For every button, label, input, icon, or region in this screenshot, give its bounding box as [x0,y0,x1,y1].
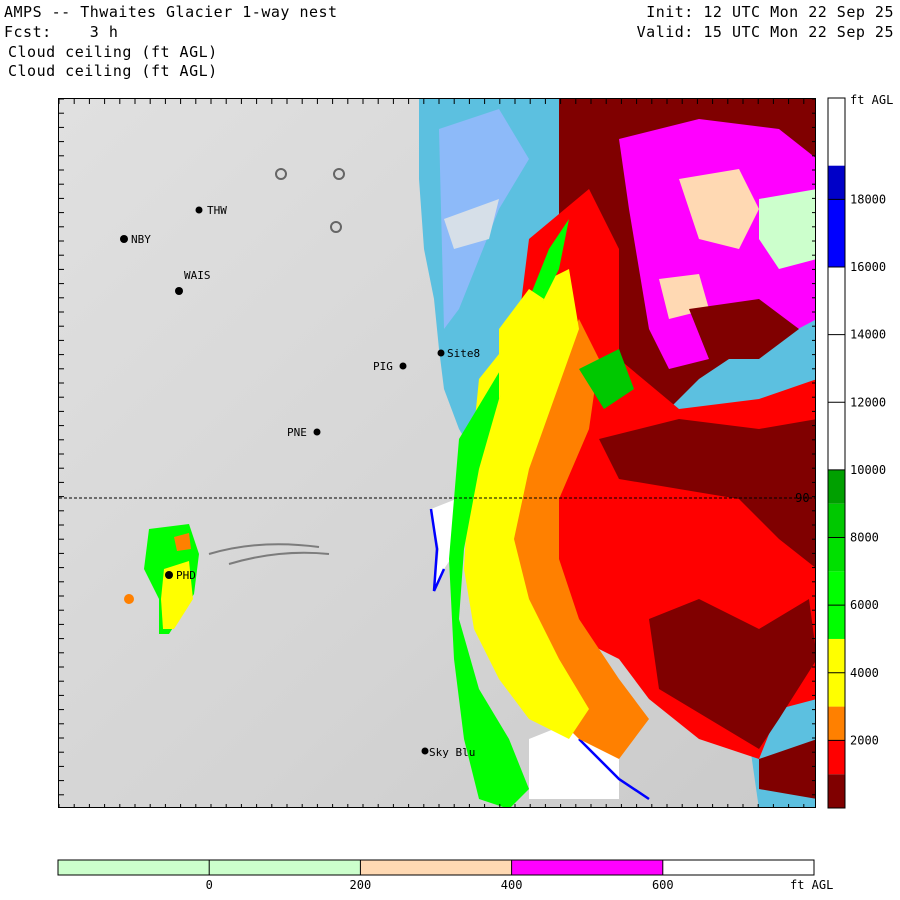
colorbar-band [828,672,845,707]
colorbar-band [209,860,361,875]
colorbar-tick-label: 400 [501,878,523,892]
colorbar-band [828,638,845,673]
colorbar-frame [57,859,815,876]
station-label: PIG [373,360,393,373]
colorbar-band [828,267,845,470]
station-label: THW [207,204,227,217]
colorbar-band [828,740,845,775]
colorbar-tick-label: 600 [652,878,674,892]
colorbar-band [828,503,845,538]
colorbar-band [828,706,845,741]
colorbar-right: 2000 4000 6000 8000 10000 12000 14000 16000 1800… [827,97,886,809]
colorbar-tick-label: 16000 [850,260,886,274]
colorbar-band [828,774,845,808]
colorbar-tick-label: 18000 [850,192,886,206]
forecast-hour: Fcst: 3 h [4,23,119,41]
colorbar-bottom: 0 200 400 600 [57,859,815,892]
colorbar-band [828,605,845,639]
station-label: PHD [176,569,196,582]
map-title: AMPS -- Thwaites Glacier 1-way nest [4,3,338,21]
station-label: Site8 [447,347,480,360]
colorbar-band [828,199,845,268]
station-skyblu: Sky Blu [421,746,475,759]
valid-time: Valid: 15 UTC Mon 22 Sep 25 [636,23,894,41]
station-label: PNE [287,426,307,439]
colorbar-band [828,98,845,166]
colorbar-tick-label: 12000 [850,395,886,409]
colorbar-tick-label: 4000 [850,666,879,680]
ceiling-orange-area [124,594,134,604]
colorbar-right-unit: ft AGL [850,93,893,107]
colorbar-band [828,571,845,606]
colorbar-band [511,860,663,875]
init-time: Init: 12 UTC Mon 22 Sep 25 [646,3,894,21]
forecast-map: 90 W THW NBY WAIS Site8 PIG [59,99,816,807]
colorbar-tick-label: 200 [350,878,372,892]
colorbar-band [360,860,512,875]
colorbar-frame [827,97,846,809]
colorbar-band [58,860,210,875]
colorbar-band [662,860,814,875]
meridian-label: 90 W [795,491,816,505]
map-panel: 90 W THW NBY WAIS Site8 PIG [58,98,816,808]
field-name: Cloud ceiling (ft AGL) [8,43,218,61]
colorbar-tick-label: 8000 [850,531,879,545]
colorbar-tick-label: 6000 [850,598,879,612]
colorbar-tick-label: 0 [206,878,213,892]
colorbar-band [828,165,845,200]
colorbar-bottom-unit: ft AGL [790,878,833,892]
colorbar-band [828,469,845,504]
station-label: NBY [131,233,151,246]
colorbar-tick-label: 10000 [850,463,886,477]
colorbar-tick-label: 2000 [850,733,879,747]
field-name-secondary: Cloud ceiling (ft AGL) [8,62,218,80]
station-label: WAIS [184,269,211,282]
colorbar-band [828,537,845,572]
colorbar-tick-label: 14000 [850,328,886,342]
station-label: Sky Blu [429,746,475,759]
